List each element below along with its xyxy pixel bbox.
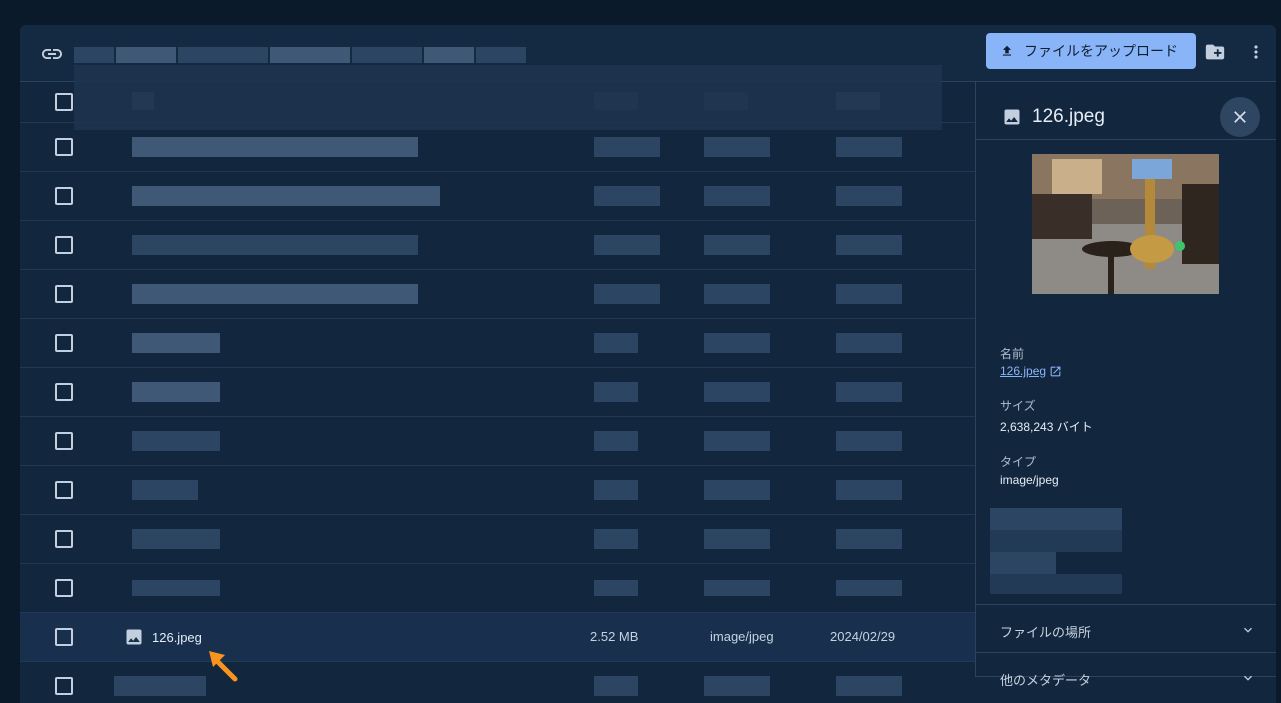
row-checkbox[interactable] [55, 187, 73, 205]
close-icon [1234, 111, 1246, 123]
table-row[interactable] [20, 662, 975, 703]
table-row[interactable] [20, 417, 975, 466]
file-size: 2.52 MB [590, 629, 639, 644]
row-checkbox[interactable] [55, 236, 73, 254]
row-checkbox[interactable] [55, 628, 73, 646]
file-name: 126.jpeg [152, 629, 202, 645]
image-preview [1032, 154, 1219, 294]
link-icon[interactable] [40, 42, 64, 66]
redacted-overlay [74, 65, 942, 130]
other-metadata-label: 他のメタデータ [1000, 673, 1092, 688]
row-checkbox[interactable] [55, 138, 73, 156]
name-label: 名前 [1000, 347, 1025, 361]
image-icon [1004, 109, 1020, 125]
details-panel: 126.jpeg 名前 126.jpeg サイズ 2,638,243 バイト タ… [975, 82, 1276, 688]
table-row[interactable] [20, 368, 975, 417]
file-location-label: ファイルの場所 [1000, 625, 1092, 640]
type-label: タイプ [1000, 455, 1037, 469]
annotation-arrow-icon [209, 651, 238, 682]
file-table: 126.jpeg 2.52 MB image/jpeg 2024/02/29 [20, 82, 975, 703]
more-vert-icon[interactable] [1246, 41, 1266, 63]
size-label: サイズ [1000, 399, 1036, 413]
chevron-down-icon [1244, 627, 1252, 633]
table-row[interactable] [20, 270, 975, 319]
row-checkbox[interactable] [55, 334, 73, 352]
row-checkbox[interactable] [55, 93, 73, 111]
chevron-down-icon [1244, 675, 1252, 681]
upload-button-label: ファイルをアップロード [1024, 43, 1178, 59]
row-checkbox[interactable] [55, 481, 73, 499]
details-title: 126.jpeg [1032, 106, 1105, 127]
file-type: image/jpeg [710, 629, 774, 644]
row-checkbox[interactable] [55, 383, 73, 401]
new-folder-icon[interactable] [1204, 41, 1226, 63]
table-row[interactable] [20, 221, 975, 270]
table-row[interactable] [20, 515, 975, 564]
row-checkbox[interactable] [55, 432, 73, 450]
table-row[interactable] [20, 466, 975, 515]
table-row[interactable] [20, 172, 975, 221]
other-metadata-accordion[interactable]: 他のメタデータ [976, 652, 1276, 701]
name-link[interactable]: 126.jpeg [1000, 364, 1062, 378]
name-value: 126.jpeg [1000, 364, 1047, 378]
table-row[interactable] [20, 564, 975, 613]
image-icon [126, 629, 142, 645]
table-row[interactable] [20, 123, 975, 172]
file-name-cell[interactable]: 126.jpeg [124, 627, 202, 647]
upload-file-button[interactable]: ファイルをアップロード [986, 33, 1196, 69]
row-checkbox[interactable] [55, 579, 73, 597]
storage-browser: ファイルをアップロード 126.jpeg 2.52 MB image/jpeg … [20, 25, 1276, 703]
details-header: 126.jpeg [976, 82, 1276, 140]
row-checkbox[interactable] [55, 530, 73, 548]
row-checkbox[interactable] [55, 677, 73, 695]
file-date: 2024/02/29 [830, 629, 896, 644]
type-value: image/jpeg [1000, 473, 1059, 487]
size-value: 2,638,243 バイト [1000, 420, 1093, 434]
file-location-accordion[interactable]: ファイルの場所 [976, 604, 1276, 653]
upload-icon [1002, 45, 1012, 56]
row-checkbox[interactable] [55, 285, 73, 303]
table-row-selected[interactable]: 126.jpeg 2.52 MB image/jpeg 2024/02/29 [20, 613, 975, 662]
open-in-new-icon [1050, 366, 1061, 376]
table-row[interactable] [20, 319, 975, 368]
close-button[interactable] [1220, 97, 1260, 137]
breadcrumb-redacted [74, 45, 534, 67]
